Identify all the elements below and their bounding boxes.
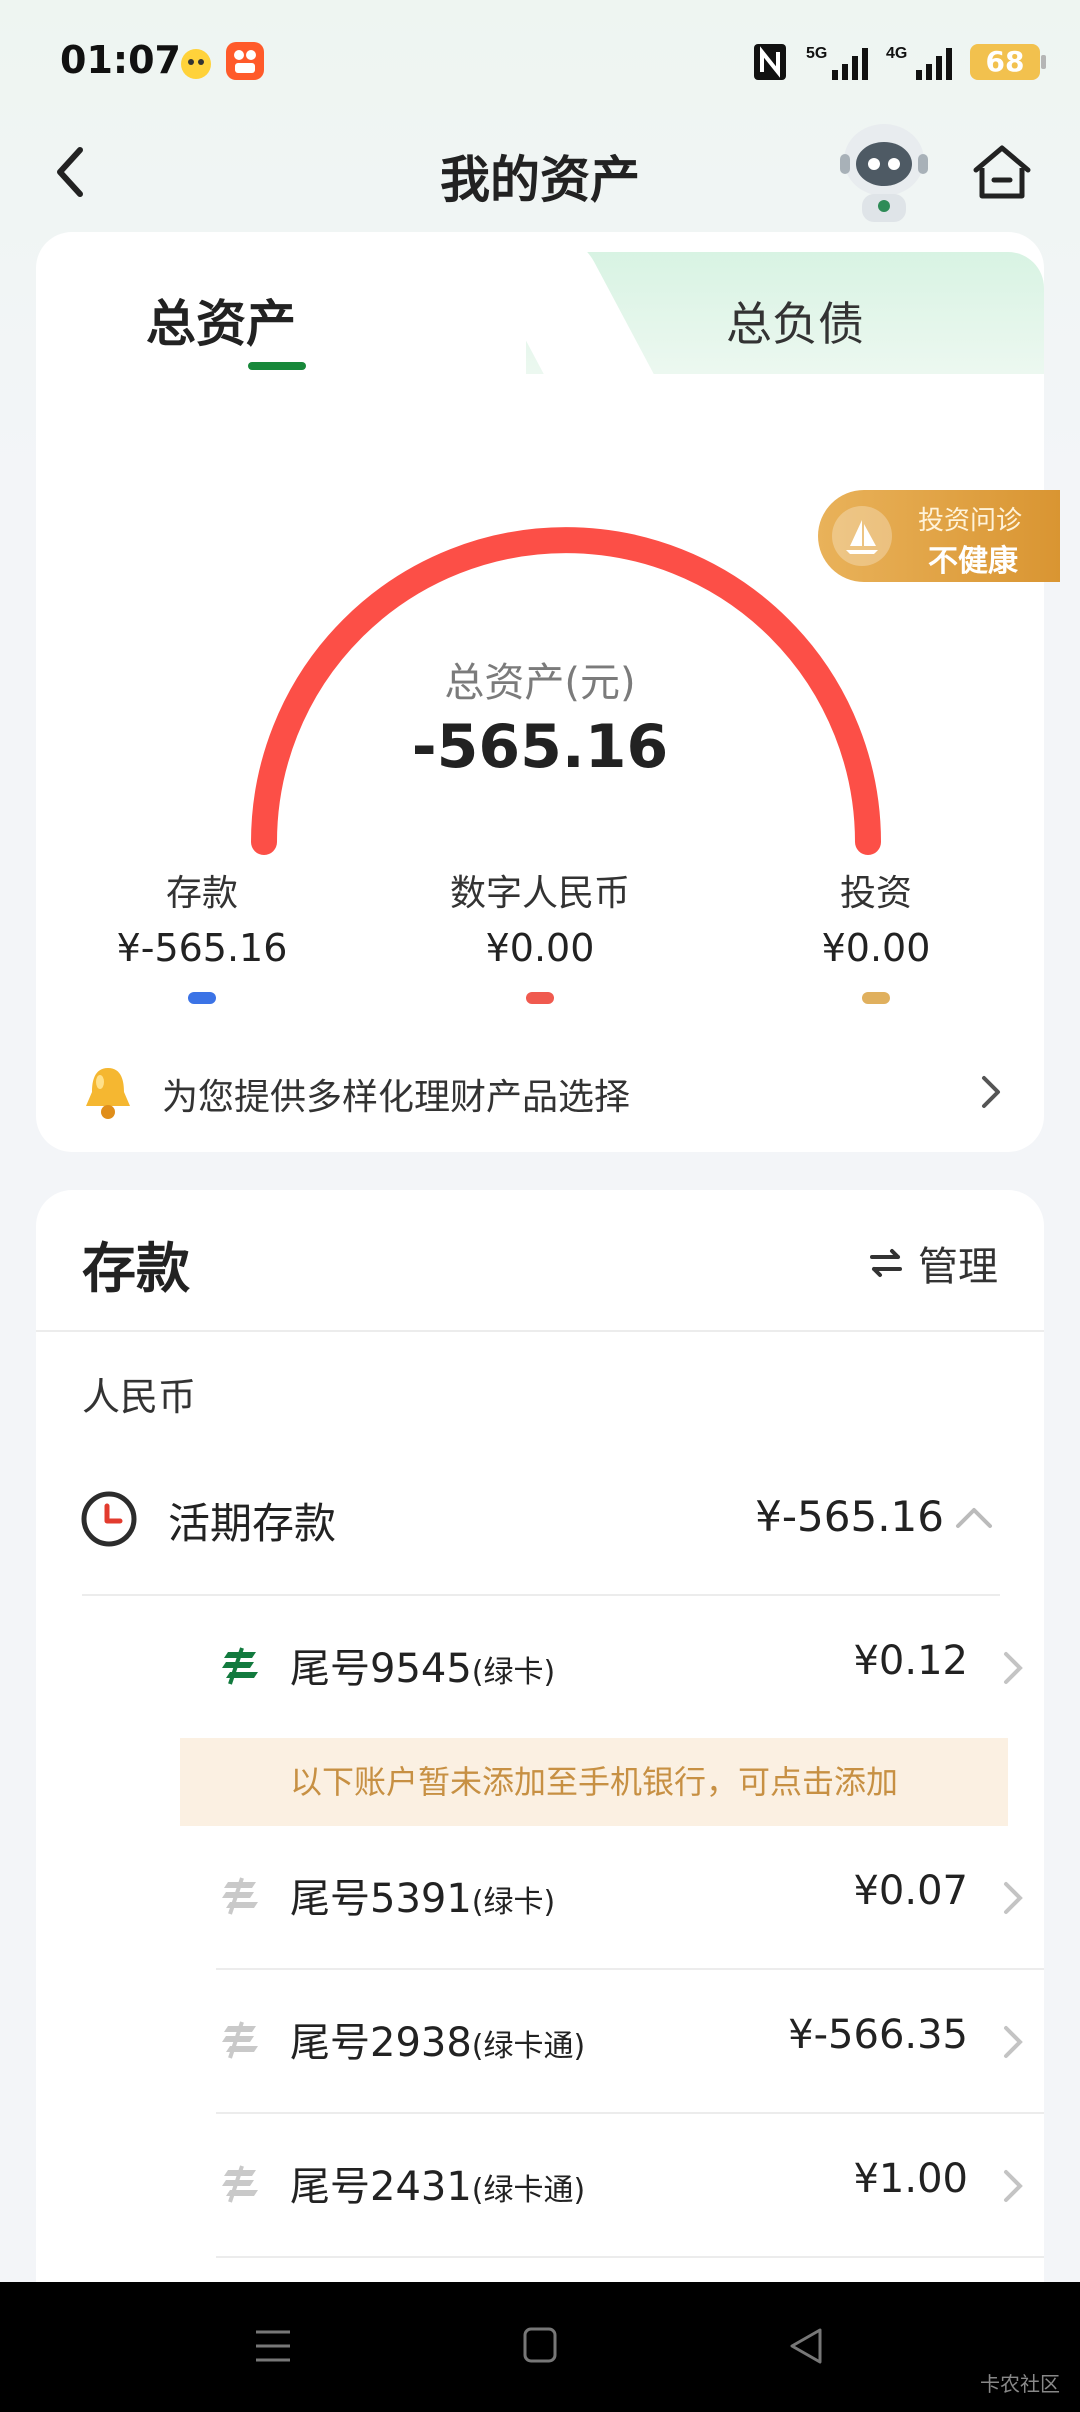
chevron-right-icon bbox=[1004, 2170, 1023, 2202]
current-deposit-row[interactable]: 活期存款 ¥-565.16 bbox=[36, 1470, 1044, 1580]
total-assets-value: -565.16 bbox=[411, 712, 669, 782]
category-value: ¥0.00 bbox=[821, 926, 931, 970]
category-digital-rmb[interactable]: 数字人民币 ¥0.00 bbox=[390, 864, 690, 1004]
account-number: 尾号5391(绿卡) bbox=[290, 1866, 555, 1924]
gauge-label: 总资产(元) bbox=[444, 660, 636, 706]
category-label: 投资 bbox=[839, 873, 912, 914]
system-nav-bar: 卡农社区 bbox=[0, 2282, 1080, 2412]
account-number-text: 尾号2431 bbox=[290, 2164, 472, 2210]
account-row[interactable]: 尾号2431(绿卡通) ¥1.00 bbox=[178, 2114, 1044, 2258]
sailboat-icon bbox=[832, 506, 892, 566]
category-label: 存款 bbox=[165, 873, 238, 914]
category-investment[interactable]: 投资 ¥0.00 bbox=[726, 864, 1026, 1004]
category-value: ¥0.00 bbox=[485, 926, 595, 970]
deposits-card: 存款 管理 人民币 活期存款 ¥-565.16 尾号9545(绿卡) ¥0.12… bbox=[36, 1190, 1044, 2290]
account-row[interactable]: 尾号2938(绿卡通) ¥-566.35 bbox=[178, 1970, 1044, 2114]
video-app-icon bbox=[181, 49, 211, 79]
recent-apps-icon[interactable] bbox=[254, 2328, 292, 2364]
asset-tabs: 总资产 总负债 bbox=[36, 232, 1044, 374]
manage-label: 管理 bbox=[918, 1244, 998, 1290]
watermark: 卡农社区 bbox=[980, 2372, 1060, 2396]
tab-total-liabilities[interactable]: 总负债 bbox=[726, 288, 864, 354]
account-number: 尾号9545(绿卡) bbox=[290, 1636, 555, 1694]
account-balance: ¥1.00 bbox=[853, 2156, 968, 2202]
account-balance: ¥-566.35 bbox=[788, 2012, 968, 2058]
nfc-icon bbox=[754, 44, 786, 80]
home-icon[interactable] bbox=[970, 140, 1034, 204]
account-type: (绿卡通) bbox=[471, 2029, 586, 2064]
signal-5g-icon: 5G bbox=[806, 45, 868, 80]
chevron-up-icon[interactable] bbox=[954, 1504, 994, 1530]
account-number-text: 尾号2938 bbox=[290, 2020, 472, 2066]
investment-diagnosis-badge[interactable]: 投资问诊 不健康 bbox=[818, 490, 1060, 582]
currency-label: 人民币 bbox=[82, 1375, 197, 1419]
category-label: 数字人民币 bbox=[449, 873, 630, 914]
home-nav-icon[interactable] bbox=[522, 2326, 558, 2364]
back-nav-icon[interactable] bbox=[786, 2326, 824, 2366]
account-type: (绿卡通) bbox=[471, 2173, 586, 2208]
postal-bank-logo-icon bbox=[222, 2021, 258, 2059]
clock-icon bbox=[81, 1491, 137, 1547]
status-time: 01:07 bbox=[60, 38, 181, 82]
asset-summary-card: 总资产 总负债 总资产(元) -565.16 存款 ¥-565.16 数字人民币… bbox=[36, 232, 1044, 1152]
unlinked-accounts-notice[interactable]: 以下账户暂未添加至手机银行，可点击添加 bbox=[180, 1738, 1008, 1826]
header: 我的资产 bbox=[0, 120, 1080, 230]
chevron-right-icon bbox=[1004, 1882, 1023, 1914]
divider bbox=[216, 2256, 1044, 2258]
svg-text:4G: 4G bbox=[886, 45, 907, 62]
account-number: 尾号2431(绿卡通) bbox=[290, 2154, 585, 2212]
category-color-dot bbox=[862, 992, 890, 1004]
status-indicators: 5G 4G 68 bbox=[752, 38, 1046, 86]
category-deposits[interactable]: 存款 ¥-565.16 bbox=[52, 864, 352, 1004]
chevron-right-icon bbox=[1004, 1652, 1023, 1684]
bell-icon bbox=[86, 1068, 130, 1119]
manage-button[interactable]: 管理 bbox=[866, 1234, 998, 1292]
account-number: 尾号2938(绿卡通) bbox=[290, 2010, 585, 2068]
tab-total-assets[interactable]: 总资产 bbox=[146, 284, 296, 356]
promo-banner[interactable]: 为您提供多样化理财产品选择 bbox=[36, 1050, 1044, 1146]
postal-bank-logo-icon bbox=[222, 2165, 258, 2203]
category-color-dot bbox=[188, 992, 216, 1004]
kuaishou-app-icon bbox=[226, 42, 264, 80]
battery-indicator: 68 bbox=[970, 44, 1046, 80]
status-bar: 01:07 5G 4G 68 bbox=[0, 0, 1080, 120]
active-tab-indicator bbox=[248, 362, 306, 370]
current-deposit-label: 活期存款 bbox=[168, 1499, 337, 1548]
account-row[interactable]: 尾号9545(绿卡) ¥0.12 bbox=[178, 1596, 1044, 1740]
svg-text:5G: 5G bbox=[806, 45, 827, 62]
category-color-dot bbox=[526, 992, 554, 1004]
account-balance: ¥0.12 bbox=[853, 1638, 968, 1684]
badge-status: 不健康 bbox=[928, 544, 1018, 579]
postal-bank-logo-icon bbox=[222, 1647, 258, 1685]
account-type: (绿卡) bbox=[471, 1885, 556, 1920]
assistant-robot-icon[interactable] bbox=[836, 120, 932, 224]
postal-bank-logo-icon bbox=[222, 1877, 258, 1915]
account-number-text: 尾号9545 bbox=[290, 1646, 472, 1692]
account-number-text: 尾号5391 bbox=[290, 1876, 472, 1922]
account-row[interactable]: 尾号5391(绿卡) ¥0.07 bbox=[178, 1826, 1044, 1970]
divider bbox=[36, 1330, 1044, 1332]
chevron-right-icon bbox=[1004, 2026, 1023, 2058]
current-deposit-value: ¥-565.16 bbox=[755, 1492, 944, 1541]
category-value: ¥-565.16 bbox=[116, 926, 288, 970]
account-type: (绿卡) bbox=[471, 1655, 556, 1690]
deposits-title: 存款 bbox=[82, 1237, 190, 1300]
promo-text: 为您提供多样化理财产品选择 bbox=[162, 1077, 631, 1118]
badge-title: 投资问诊 bbox=[918, 506, 1023, 536]
signal-4g-icon: 4G bbox=[886, 45, 952, 80]
chevron-right-icon bbox=[982, 1076, 1000, 1108]
swap-icon bbox=[870, 1249, 902, 1277]
account-balance: ¥0.07 bbox=[853, 1868, 968, 1914]
